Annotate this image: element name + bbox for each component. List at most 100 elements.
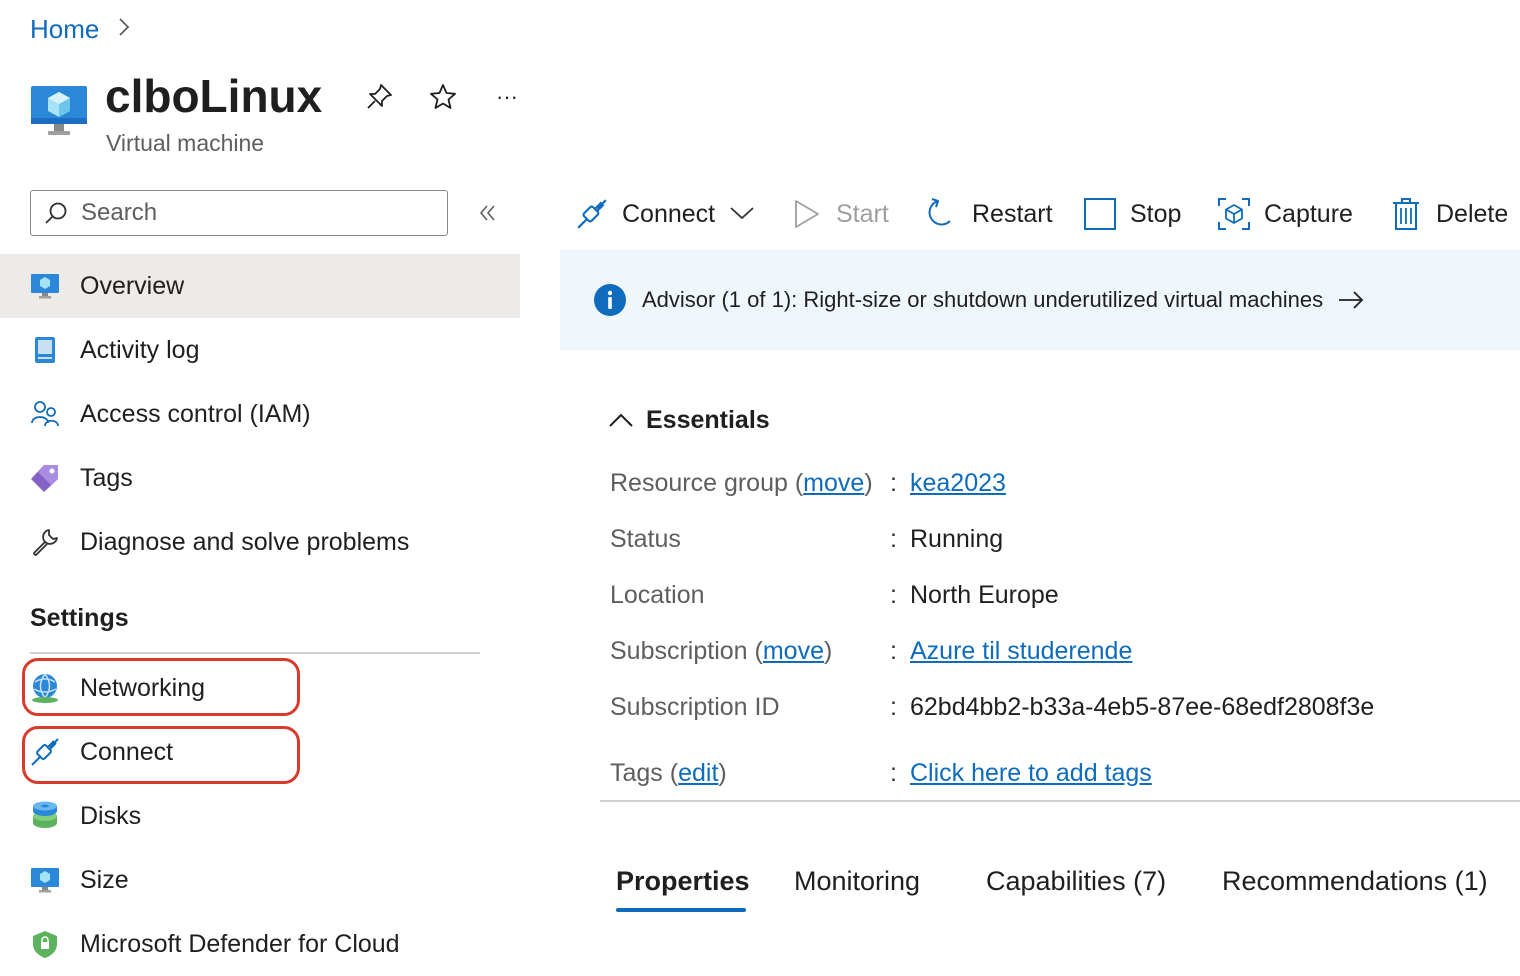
people-icon xyxy=(28,397,62,431)
plug-icon xyxy=(574,196,610,232)
shield-icon xyxy=(28,927,62,961)
location-value: North Europe xyxy=(910,581,1059,609)
breadcrumb: Home xyxy=(30,12,131,46)
subscription-id-label: Subscription ID xyxy=(610,693,780,721)
toolbar-restart-button[interactable]: Restart xyxy=(924,190,1053,238)
subscription-move-link[interactable]: move xyxy=(763,637,824,665)
tag-icon xyxy=(28,461,62,495)
tags-edit-link[interactable]: edit xyxy=(678,759,718,787)
play-icon xyxy=(788,196,824,232)
wrench-icon xyxy=(28,525,62,559)
sidebar-item-label: Size xyxy=(80,865,129,894)
collapse-sidebar-button[interactable] xyxy=(472,196,504,230)
toolbar-stop-button[interactable]: Stop xyxy=(1082,190,1181,238)
toolbar-connect-button[interactable]: Connect xyxy=(574,190,755,238)
sidebar-item-access-control[interactable]: Access control (IAM) xyxy=(0,382,520,446)
sidebar-search[interactable] xyxy=(30,190,448,236)
essentials-divider xyxy=(600,800,1520,802)
sidebar-item-label: Connect xyxy=(80,737,174,766)
colon: : xyxy=(890,525,897,553)
trash-icon xyxy=(1388,196,1424,232)
sidebar-item-label: Microsoft Defender for Cloud xyxy=(80,929,400,958)
activity-log-icon xyxy=(28,333,62,367)
tab-capabilities[interactable]: Capabilities (7) xyxy=(986,862,1166,900)
sidebar-item-size[interactable]: Size xyxy=(0,848,520,912)
toolbar-start-button[interactable]: Start xyxy=(788,190,889,238)
advisor-text: Advisor (1 of 1): Right-size or shutdown… xyxy=(642,287,1324,312)
sidebar-item-connect[interactable]: Connect xyxy=(0,720,520,784)
favorite-button[interactable] xyxy=(426,80,460,114)
active-tab-indicator xyxy=(616,908,746,912)
settings-section-heading: Settings xyxy=(30,604,129,632)
pin-icon xyxy=(367,84,392,109)
disk-icon xyxy=(28,799,62,833)
toolbar-start-label: Start xyxy=(836,199,889,228)
tags-label: Tags (edit) xyxy=(610,759,727,787)
colon: : xyxy=(890,469,897,497)
virtual-machine-icon xyxy=(30,82,88,140)
search-input[interactable] xyxy=(79,198,413,228)
network-globe-icon xyxy=(28,671,62,705)
double-chevron-left-icon xyxy=(479,205,495,221)
sidebar-item-label: Activity log xyxy=(80,335,200,364)
toolbar-stop-label: Stop xyxy=(1130,199,1182,228)
info-icon xyxy=(594,284,626,316)
chevron-up-icon xyxy=(609,413,633,427)
sidebar-item-tags[interactable]: Tags xyxy=(0,446,520,510)
sidebar-item-label: Tags xyxy=(80,463,133,492)
sidebar-item-disks[interactable]: Disks xyxy=(0,784,520,848)
stop-icon xyxy=(1082,196,1118,232)
sidebar-item-label: Disks xyxy=(80,801,142,830)
colon: : xyxy=(890,693,897,721)
subscription-id-value: 62bd4bb2-b33a-4eb5-87ee-68edf2808f3e xyxy=(910,693,1375,721)
status-value: Running xyxy=(910,525,1004,553)
toolbar-connect-label: Connect xyxy=(622,199,716,228)
sidebar-item-label: Networking xyxy=(80,673,206,702)
sidebar-item-label: Access control (IAM) xyxy=(80,399,311,428)
resource-group-value-link[interactable]: kea2023 xyxy=(910,466,1006,500)
plug-icon xyxy=(28,735,62,769)
toolbar-delete-label: Delete xyxy=(1436,199,1509,228)
essentials-toggle[interactable]: Essentials xyxy=(608,402,770,438)
more-options-button[interactable]: ··· xyxy=(490,80,524,114)
arrow-right-icon xyxy=(1339,291,1364,309)
page-subtitle: Virtual machine xyxy=(106,130,265,156)
location-label: Location xyxy=(610,581,705,609)
tab-recommendations[interactable]: Recommendations (1) xyxy=(1222,862,1488,900)
sidebar-item-label: Overview xyxy=(80,271,185,300)
add-tags-link[interactable]: Click here to add tags xyxy=(910,756,1152,790)
colon: : xyxy=(890,637,897,665)
resource-group-move-link[interactable]: move xyxy=(803,469,864,497)
essentials-title: Essentials xyxy=(646,405,770,434)
status-label: Status xyxy=(610,525,681,553)
toolbar-restart-label: Restart xyxy=(972,199,1053,228)
tab-properties[interactable]: Properties xyxy=(616,862,750,900)
search-icon xyxy=(45,202,67,224)
tab-monitoring[interactable]: Monitoring xyxy=(794,862,920,900)
subscription-value-link[interactable]: Azure til studerende xyxy=(910,634,1132,668)
sidebar-item-overview[interactable]: Overview xyxy=(0,254,520,318)
sidebar-item-label: Diagnose and solve problems xyxy=(80,527,410,556)
toolbar-capture-button[interactable]: Capture xyxy=(1216,190,1353,238)
restart-icon xyxy=(924,196,960,232)
sidebar-item-diagnose[interactable]: Diagnose and solve problems xyxy=(0,510,520,574)
sidebar-item-networking[interactable]: Networking xyxy=(0,656,520,720)
sidebar-item-defender[interactable]: Microsoft Defender for Cloud xyxy=(0,912,520,976)
settings-divider xyxy=(30,652,480,654)
breadcrumb-home-link[interactable]: Home xyxy=(30,14,99,45)
advisor-banner[interactable]: Advisor (1 of 1): Right-size or shutdown… xyxy=(560,250,1520,350)
colon: : xyxy=(890,759,897,787)
subscription-label: Subscription (move) xyxy=(610,637,833,665)
resource-group-label: Resource group (move) xyxy=(610,469,873,497)
capture-icon xyxy=(1216,196,1252,232)
vm-monitor-icon xyxy=(28,863,62,897)
pin-button[interactable] xyxy=(362,80,396,114)
chevron-right-icon xyxy=(117,14,131,45)
star-icon xyxy=(430,84,456,109)
page-title: clboLinux xyxy=(105,70,323,122)
vm-monitor-icon xyxy=(28,269,62,303)
toolbar-delete-button[interactable]: Delete xyxy=(1388,190,1508,238)
colon: : xyxy=(890,581,897,609)
chevron-down-icon xyxy=(729,200,755,229)
sidebar-item-activity-log[interactable]: Activity log xyxy=(0,318,520,382)
